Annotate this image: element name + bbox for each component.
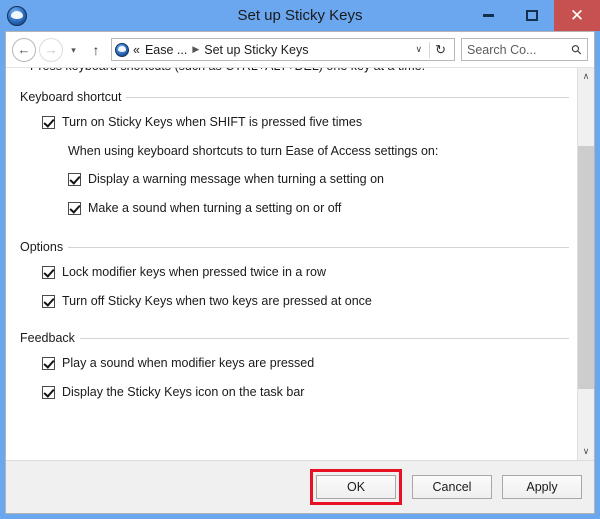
- ok-button-highlight: OK: [310, 469, 402, 505]
- section-header: Options: [20, 240, 569, 254]
- apply-button[interactable]: Apply: [502, 475, 582, 499]
- forward-button[interactable]: →: [39, 37, 63, 62]
- minimize-button[interactable]: [466, 0, 510, 31]
- breadcrumb-current[interactable]: Set up Sticky Keys: [204, 43, 308, 57]
- section-header-label: Feedback: [20, 331, 75, 345]
- refresh-icon[interactable]: ↻: [429, 41, 452, 58]
- breadcrumb-root[interactable]: «: [133, 43, 140, 57]
- section-divider: [126, 96, 569, 98]
- checkbox-row[interactable]: Display the Sticky Keys icon on the task…: [42, 385, 569, 400]
- section-keyboard-shortcut: Keyboard shortcut Turn on Sticky Keys whe…: [20, 90, 569, 216]
- checkbox-row[interactable]: Make a sound when turning a setting on o…: [68, 201, 569, 216]
- scroll-down-button[interactable]: ∨: [578, 443, 594, 460]
- scrollbar-thumb[interactable]: [578, 145, 594, 390]
- checkbox-label: Display the Sticky Keys icon on the task…: [62, 385, 305, 399]
- window-controls: ✕: [466, 0, 600, 31]
- settings-scroll-content: Press keyboard shortcuts (such as CTRL+A…: [6, 68, 577, 460]
- address-chevron-down-icon[interactable]: ∨: [409, 44, 430, 55]
- section-divider: [79, 337, 569, 339]
- section-feedback: Feedback Play a sound when modifier keys …: [20, 331, 569, 400]
- checkbox-label: Lock modifier keys when pressed twice in…: [62, 265, 327, 279]
- up-arrow-icon: ↑: [92, 41, 100, 58]
- section-description: When using keyboard shortcuts to turn Ea…: [68, 144, 439, 158]
- section-options: Options Lock modifier keys when pressed t…: [20, 240, 569, 309]
- recent-locations-button[interactable]: ▾: [66, 38, 81, 62]
- checkbox-checked-icon[interactable]: [42, 116, 55, 129]
- maximize-button[interactable]: [510, 0, 554, 31]
- checkbox-row[interactable]: Play a sound when modifier keys are pres…: [42, 356, 569, 371]
- checkbox-checked-icon[interactable]: [42, 386, 55, 399]
- scroll-up-button[interactable]: ∧: [578, 68, 594, 85]
- close-icon: ✕: [569, 6, 585, 25]
- back-button[interactable]: ←: [12, 37, 36, 62]
- dialog-button-bar: OK Cancel Apply: [6, 460, 594, 513]
- checkbox-row[interactable]: Display a warning message when turning a…: [68, 172, 569, 187]
- breadcrumb-separator-icon[interactable]: ▶: [192, 44, 199, 55]
- navigation-bar: ← → ▾ ↑ « Ease ... ▶ Set up Sticky Keys …: [6, 32, 594, 67]
- section-divider: [68, 246, 569, 248]
- chevron-up-icon: ∧: [582, 71, 590, 81]
- checkbox-label: Turn off Sticky Keys when two keys are p…: [62, 294, 372, 308]
- checkbox-row[interactable]: Turn on Sticky Keys when SHIFT is presse…: [42, 115, 569, 130]
- address-bar[interactable]: « Ease ... ▶ Set up Sticky Keys ∨ ↻: [111, 38, 455, 61]
- section-header: Keyboard shortcut: [20, 90, 569, 104]
- settings-body: Press keyboard shortcuts (such as CTRL+A…: [6, 67, 594, 460]
- ok-button[interactable]: OK: [316, 475, 396, 499]
- close-button[interactable]: ✕: [554, 0, 600, 31]
- chevron-down-icon: ▾: [71, 44, 76, 55]
- settings-sections: Keyboard shortcut Turn on Sticky Keys whe…: [20, 90, 569, 400]
- checkbox-checked-icon[interactable]: [42, 295, 55, 308]
- checkbox-checked-icon[interactable]: [68, 173, 81, 186]
- back-arrow-icon: ←: [17, 42, 31, 57]
- section-header-label: Keyboard shortcut: [20, 90, 122, 104]
- checkbox-checked-icon[interactable]: [68, 202, 81, 215]
- section-header-label: Options: [20, 240, 64, 254]
- breadcrumb-parent[interactable]: Ease ...: [145, 43, 187, 57]
- search-box[interactable]: Search Co... ⚲: [461, 38, 588, 61]
- forward-arrow-icon: →: [44, 42, 58, 57]
- address-ease-of-access-icon: [115, 42, 129, 57]
- intro-text-clipped: Press keyboard shortcuts (such as CTRL+A…: [30, 68, 425, 75]
- chevron-down-icon: ∨: [582, 446, 590, 456]
- minimize-icon: [482, 14, 494, 17]
- checkbox-label: Display a warning message when turning a…: [88, 172, 385, 186]
- title-bar: Set up Sticky Keys ✕: [0, 0, 600, 31]
- scrollbar-track[interactable]: [578, 85, 594, 443]
- client-area: ← → ▾ ↑ « Ease ... ▶ Set up Sticky Keys …: [5, 31, 595, 514]
- ease-of-access-icon: [7, 5, 27, 26]
- checkbox-checked-icon[interactable]: [42, 357, 55, 370]
- checkbox-label: Make a sound when turning a setting on o…: [88, 201, 342, 215]
- section-header: Feedback: [20, 331, 569, 345]
- checkbox-label: Turn on Sticky Keys when SHIFT is presse…: [62, 115, 363, 129]
- cancel-button[interactable]: Cancel: [412, 475, 492, 499]
- sticky-keys-dialog-window: Set up Sticky Keys ✕ ← → ▾ ↑ « Ease ... …: [0, 0, 600, 519]
- vertical-scrollbar[interactable]: ∧ ∨: [577, 68, 594, 460]
- maximize-icon: [526, 10, 538, 21]
- checkbox-label: Play a sound when modifier keys are pres…: [62, 356, 315, 370]
- up-button[interactable]: ↑: [86, 38, 106, 62]
- checkbox-checked-icon[interactable]: [42, 266, 55, 279]
- checkbox-row[interactable]: Lock modifier keys when pressed twice in…: [42, 265, 569, 280]
- search-input[interactable]: Search Co...: [467, 43, 572, 57]
- checkbox-row[interactable]: Turn off Sticky Keys when two keys are p…: [42, 294, 569, 309]
